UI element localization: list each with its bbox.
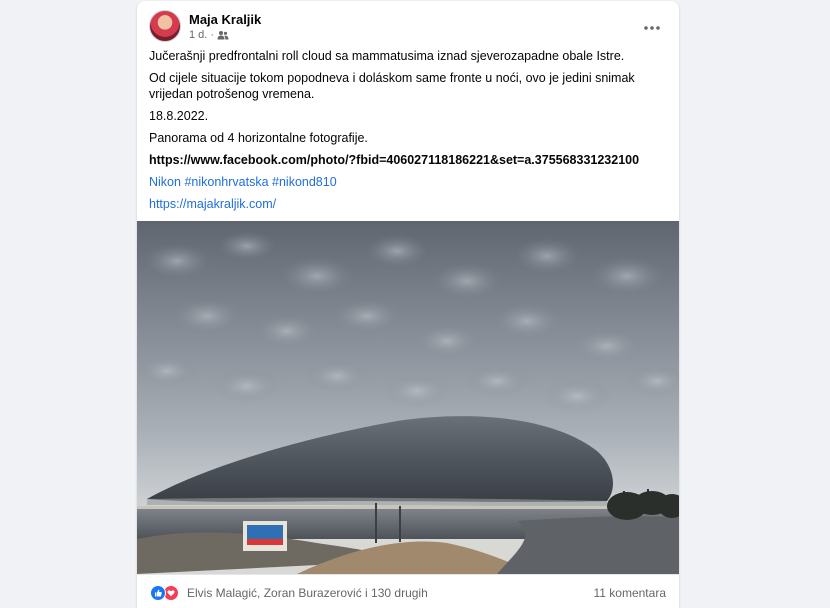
photo-link[interactable]: https://www.facebook.com/photo/?fbid=406… [149, 152, 669, 168]
hashtag-link[interactable]: Nikon [149, 175, 181, 189]
hashtag-link[interactable]: #nikonhrvatska [184, 175, 268, 189]
author-avatar[interactable] [149, 10, 181, 42]
post-photo[interactable] [137, 221, 679, 574]
post-paragraph: Panorama od 4 horizontalne fotografije. [149, 131, 368, 145]
hashtags: Nikon #nikonhrvatska #nikond810 [149, 174, 669, 190]
comments-count[interactable]: 11 komentara [594, 586, 667, 600]
meta-separator: · [210, 29, 215, 41]
post-paragraph: Od cijele situacije tokom popodneva i do… [149, 71, 635, 101]
author-name[interactable]: Maja Kraljik [189, 12, 261, 27]
hashtag-link[interactable]: #nikond810 [272, 175, 337, 189]
post-text: Jučerašnji predfrontalni roll cloud sa m… [149, 48, 669, 218]
post-meta: 1 d. · [189, 29, 229, 41]
post-paragraph: Jučerašnji predfrontalni roll cloud sa m… [149, 49, 625, 63]
post-date-text: 18.8.2022. [149, 109, 209, 123]
reaction-icons[interactable] [150, 585, 179, 601]
website-link[interactable]: https://majakraljik.com/ [149, 196, 669, 212]
reactors-text[interactable]: Elvis Malagić, Zoran Burazerović i 130 d… [187, 586, 428, 600]
post-time[interactable]: 1 d. [189, 29, 207, 41]
more-options-icon[interactable] [643, 18, 661, 30]
like-icon[interactable] [150, 585, 166, 601]
friends-icon[interactable] [217, 30, 229, 40]
post-card: Maja Kraljik 1 d. · Jučerašnji predfront… [137, 1, 679, 608]
post-footer: Elvis Malagić, Zoran Burazerović i 130 d… [137, 574, 679, 608]
